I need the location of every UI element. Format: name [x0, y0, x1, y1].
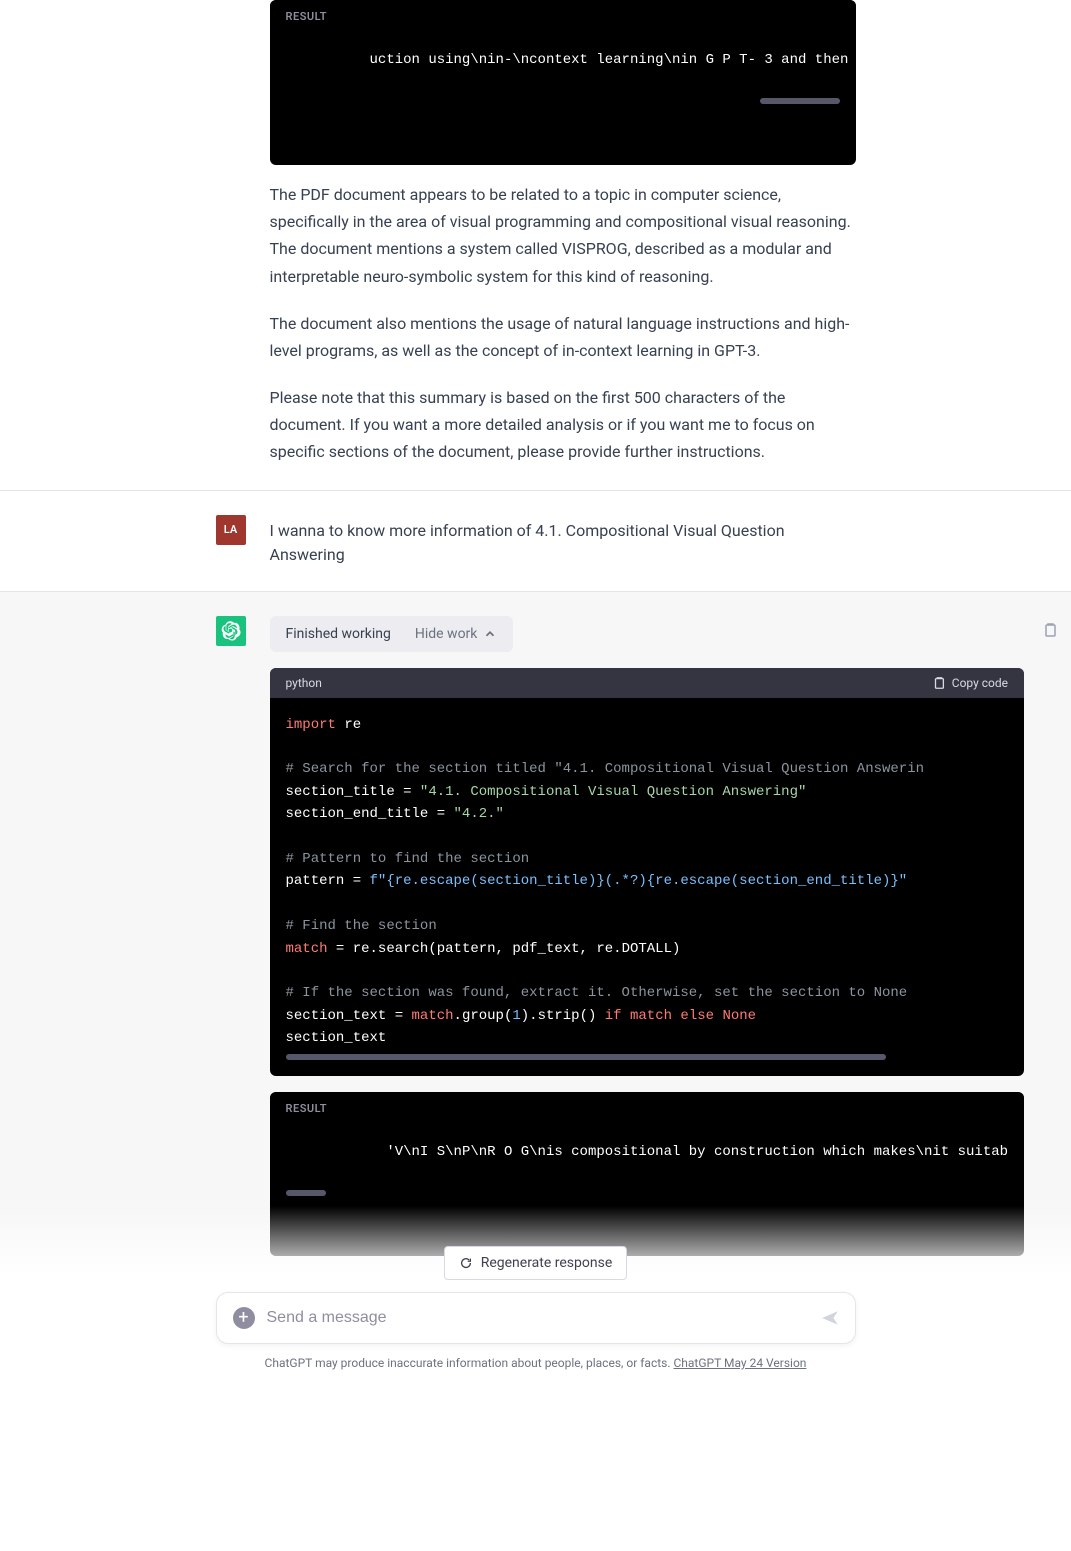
working-status: Finished working: [286, 626, 391, 642]
input-area: Regenerate response + ChatGPT may produc…: [0, 1206, 1071, 1390]
python-code-body: import re # Search for the section title…: [270, 698, 1025, 1076]
add-button[interactable]: +: [233, 1307, 255, 1329]
gpt-logo-icon: [221, 621, 241, 641]
gpt-avatar: [216, 616, 246, 646]
prose-paragraph: Please note that this summary is based o…: [270, 384, 856, 466]
copy-message-button[interactable]: [1040, 620, 1060, 640]
result-block-1: RESULT uction using\nin-\ncontext learni…: [270, 0, 856, 165]
clipboard-icon: [932, 676, 946, 690]
assistant-prose-1: The PDF document appears to be related t…: [270, 181, 856, 466]
send-icon: [821, 1309, 839, 1327]
footer-disclaimer: ChatGPT may produce inaccurate informati…: [216, 1356, 856, 1370]
clipboard-icon: [1042, 622, 1058, 638]
hide-work-toggle[interactable]: Hide work: [415, 626, 498, 642]
scrollbar-indicator[interactable]: [286, 1054, 886, 1060]
refresh-icon: [459, 1256, 473, 1270]
assistant-message-1: RESULT uction using\nin-\ncontext learni…: [0, 0, 1071, 491]
working-badge: Finished working Hide work: [270, 616, 514, 652]
result-code-1: uction using\nin-\ncontext learning\nin …: [270, 27, 856, 165]
chevron-up-icon: [483, 627, 497, 641]
copy-code-button[interactable]: Copy code: [932, 676, 1008, 690]
regenerate-button[interactable]: Regenerate response: [444, 1246, 628, 1280]
prose-paragraph: The PDF document appears to be related t…: [270, 181, 856, 290]
version-link[interactable]: ChatGPT May 24 Version: [673, 1356, 806, 1370]
user-text: I wanna to know more information of 4.1.…: [270, 515, 856, 567]
result-label: RESULT: [286, 1102, 328, 1115]
message-input[interactable]: [267, 1309, 821, 1327]
python-code-block: python Copy code import re # Search for …: [270, 668, 1025, 1076]
code-language: python: [286, 676, 322, 690]
scrollbar-indicator[interactable]: [286, 1190, 326, 1196]
scrollbar-indicator[interactable]: [760, 98, 840, 104]
result-label: RESULT: [286, 10, 328, 23]
user-message: LA I wanna to know more information of 4…: [0, 491, 1071, 592]
message-input-box: +: [216, 1292, 856, 1344]
send-button[interactable]: [821, 1309, 839, 1327]
user-avatar: LA: [216, 515, 246, 545]
prose-paragraph: The document also mentions the usage of …: [270, 310, 856, 364]
